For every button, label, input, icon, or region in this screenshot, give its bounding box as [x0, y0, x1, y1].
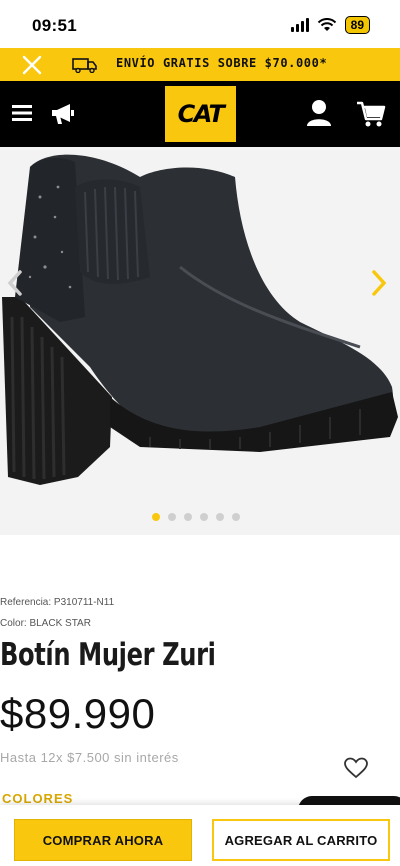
wifi-icon: [317, 18, 336, 31]
gallery-dot[interactable]: [168, 513, 176, 521]
product-title: Botín Mujer Zuri: [0, 637, 216, 673]
cat-logo[interactable]: CAT: [165, 86, 236, 142]
gallery-dot[interactable]: [200, 513, 208, 521]
add-to-cart-button[interactable]: AGREGAR AL CARRITO: [212, 819, 390, 861]
close-icon[interactable]: [20, 53, 44, 77]
heart-icon[interactable]: [344, 757, 368, 779]
colors-heading: COLORES: [2, 791, 74, 806]
megaphone-icon[interactable]: [50, 102, 76, 126]
gallery-dot[interactable]: [152, 513, 160, 521]
product-color: Color: BLACK STAR: [0, 618, 91, 629]
gallery-dot[interactable]: [216, 513, 224, 521]
status-indicators: 89: [290, 16, 370, 34]
hamburger-menu-icon[interactable]: [12, 104, 32, 122]
gallery-pagination: [152, 513, 240, 521]
promo-text: ENVÍO GRATIS SOBRE $70.000*: [116, 56, 328, 70]
product-price: $89.990: [0, 690, 156, 737]
chevron-right-icon[interactable]: [370, 269, 388, 297]
user-account-icon[interactable]: [306, 99, 332, 127]
logo-text: CAT: [177, 100, 225, 128]
gallery-dot[interactable]: [184, 513, 192, 521]
gallery-dot[interactable]: [232, 513, 240, 521]
delivery-truck-icon: [72, 58, 97, 73]
chevron-left-icon[interactable]: [6, 269, 24, 297]
battery-indicator: 89: [344, 16, 370, 34]
purchase-action-bar: COMPRAR AHORA AGREGAR AL CARRITO: [0, 805, 400, 866]
installments-info: Hasta 12x $7.500 sin interés: [0, 750, 179, 765]
product-reference: Referencia: P310711-N11: [0, 597, 115, 608]
buy-now-button[interactable]: COMPRAR AHORA: [14, 819, 192, 861]
shopping-cart-icon[interactable]: [356, 100, 386, 128]
site-header: CAT: [0, 81, 400, 147]
status-time: 09:51: [32, 16, 77, 35]
promo-banner: ENVÍO GRATIS SOBRE $70.000*: [0, 48, 400, 81]
status-bar: 09:51 89: [0, 0, 400, 50]
cellular-signal-icon: [290, 18, 309, 32]
product-image-gallery[interactable]: [0, 147, 400, 535]
product-image: [2, 154, 398, 485]
